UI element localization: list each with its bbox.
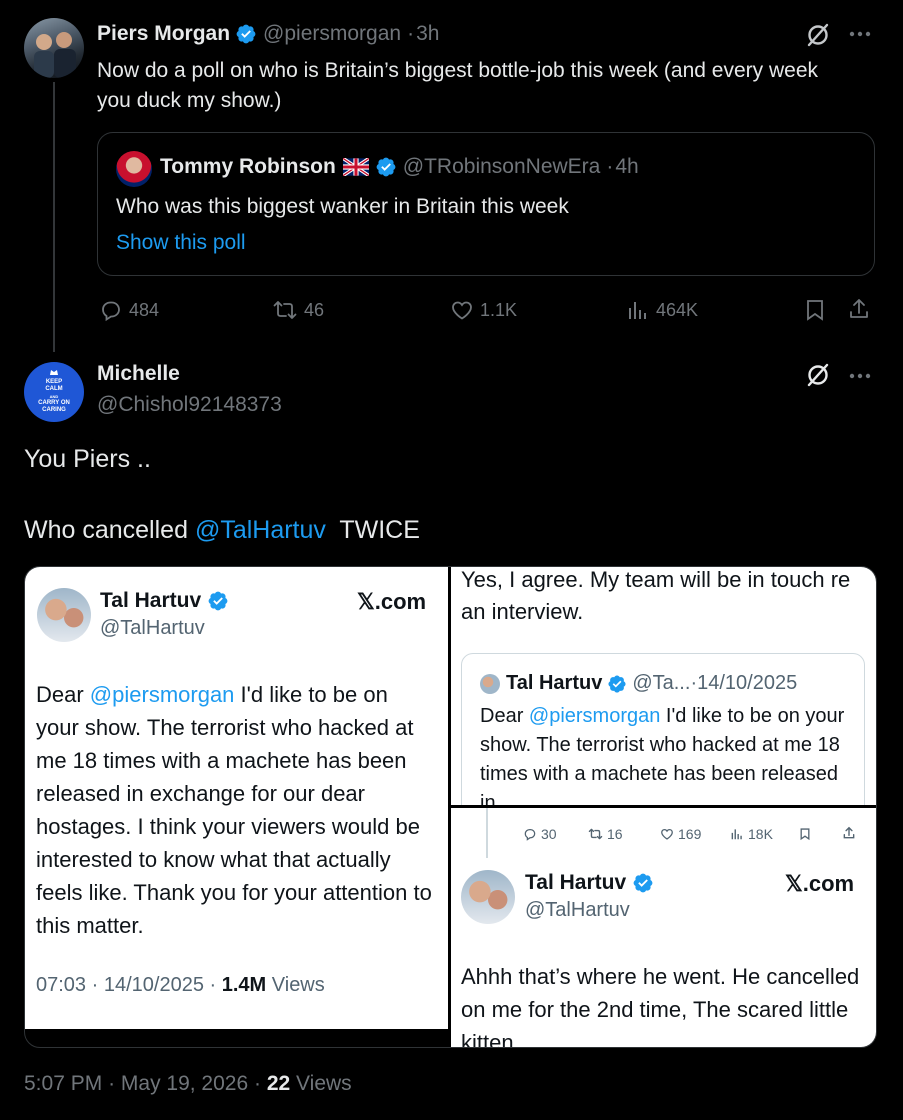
author-handle[interactable]: @Chishol92148373 (97, 393, 282, 417)
img1-meta: 07:03 · 14/10/2025 · 1.4M Views (36, 974, 325, 996)
reply-count: 484 (129, 299, 160, 320)
repost-button[interactable]: 46 (272, 298, 324, 322)
like-button[interactable]: 1.1K (450, 298, 517, 322)
quote-time: 4h (615, 155, 639, 178)
footer-views-label: Views (296, 1072, 352, 1095)
view-count: 464K (656, 299, 699, 320)
img3-header: Tal Hartuv (525, 871, 654, 895)
media-image-3[interactable]: 30 16 169 18K Tal Hartuv @TalHartuv 𝕏.co… (451, 808, 876, 1047)
tweet-time[interactable]: 3h (416, 22, 439, 46)
share-icon (843, 826, 855, 839)
quote-author-handle: @TRobinsonNewEra (402, 155, 601, 178)
repost-icon (588, 828, 603, 840)
views-icon (731, 829, 742, 840)
quote-text: Who was this biggest wanker in Britain t… (116, 195, 569, 218)
views-icon (629, 302, 646, 319)
img2-text: Yes, I agree. My team will be in touch r… (461, 567, 851, 624)
show-poll-link[interactable]: Show this poll (116, 231, 246, 255)
img2-quote-text: Dear @piersmorgan I'd like to be on your… (480, 705, 845, 805)
xcom-logo: 𝕏.com (357, 589, 427, 614)
grok-icon[interactable] (805, 22, 831, 48)
bookmark-icon (800, 828, 810, 841)
uk-flag-icon (342, 158, 369, 176)
keep-calm-text: KEEP CALM AND CARRY ON CARING (38, 379, 70, 413)
footer-date[interactable]: May 19, 2026 (121, 1072, 248, 1095)
tweet-text-line1: You Piers .. (24, 445, 151, 473)
avatar-tal-2 (461, 870, 515, 924)
repost-icon (273, 301, 297, 319)
avatar-tommy[interactable] (116, 151, 152, 187)
tweet-footer: 5:07 PM · May 19, 2026 · 22 Views (24, 1072, 352, 1095)
like-icon (661, 828, 673, 840)
quote-card[interactable]: Tommy Robinson 🇬🇧 @TRobinsonNewEra · 4h … (97, 132, 875, 276)
img1-name: Tal Hartuv (100, 589, 202, 612)
like-icon (452, 301, 472, 320)
verified-icon (376, 157, 396, 177)
footer-time[interactable]: 5:07 PM (24, 1072, 102, 1095)
media-image-2[interactable]: Yes, I agree. My team will be in touch r… (451, 567, 876, 805)
verified-icon (208, 591, 228, 611)
quote-author-name: Tommy Robinson (160, 155, 336, 178)
tweet-text-line2: Who cancelled @TalHartuv TWICE (24, 516, 420, 544)
reply-icon (524, 828, 536, 841)
bookmark-icon[interactable] (804, 298, 826, 322)
repost-count: 46 (304, 299, 325, 320)
author-handle[interactable]: @piersmorgan (263, 22, 401, 46)
mention-link[interactable]: @TalHartuv (195, 516, 326, 544)
img1-header: Tal Hartuv (100, 589, 229, 613)
xcom-logo: 𝕏.com (785, 871, 855, 896)
footer-views-count: 22 (266, 1072, 291, 1095)
avatar-piers[interactable] (24, 18, 84, 78)
avatar-tal (37, 588, 91, 642)
img3-actions: 30 16 169 18K (523, 826, 873, 846)
views-button[interactable]: 464K (626, 298, 698, 322)
avatar-michelle[interactable]: KEEP CALM AND CARRY ON CARING (24, 362, 84, 422)
tweet-text: Now do a poll on who is Britain’s bigges… (97, 59, 818, 112)
thread-line (53, 82, 55, 352)
img3-handle: @TalHartuv (525, 899, 630, 921)
avatar-tal-small (480, 674, 500, 694)
verified-icon (608, 674, 626, 693)
reply-icon (102, 301, 120, 322)
grok-icon[interactable] (805, 362, 831, 388)
img2-quote-header: Tal Hartuv @Ta... · 14/10/2025 (506, 672, 798, 694)
quote-header: Tommy Robinson 🇬🇧 @TRobinsonNewEra · 4h (160, 155, 639, 178)
verified-icon (633, 873, 653, 893)
more-icon[interactable] (848, 372, 872, 380)
img1-text: Dear @piersmorgan I'd like to be on your… (36, 682, 432, 938)
author-name[interactable]: Piers Morgan (97, 22, 230, 46)
crown-icon (50, 370, 58, 375)
verified-icon (236, 24, 256, 44)
img2-quote-card: Tal Hartuv @Ta... · 14/10/2025 Dear @pie… (461, 653, 865, 805)
more-icon[interactable] (848, 30, 872, 38)
reply-button[interactable]: 484 (99, 298, 159, 322)
media-image-1[interactable]: Tal Hartuv @TalHartuv 𝕏.com Dear @piersm… (25, 567, 448, 1029)
media-grid[interactable]: Tal Hartuv @TalHartuv 𝕏.com Dear @piersm… (24, 566, 877, 1048)
like-count: 1.1K (480, 299, 518, 320)
tweet-header: Piers Morgan @piersmorgan · 3h (97, 22, 440, 46)
share-icon[interactable] (847, 297, 871, 321)
img1-handle: @TalHartuv (100, 617, 205, 639)
img3-thread-line (486, 808, 488, 858)
avatar-piers-figures-icon (34, 32, 76, 78)
author-name[interactable]: Michelle (97, 362, 180, 386)
img3-text: Ahhh that’s where he went. He cancelled … (461, 964, 860, 1047)
